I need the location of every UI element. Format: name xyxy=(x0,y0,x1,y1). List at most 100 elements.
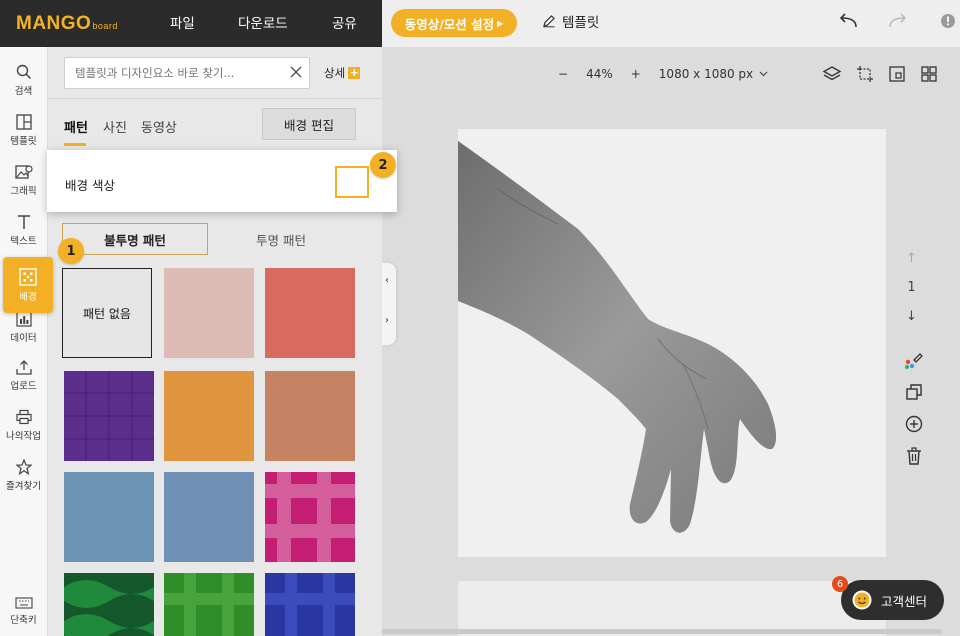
motion-settings-label: 동영상/모션 설정 xyxy=(404,16,495,32)
resize-icon[interactable] xyxy=(888,65,906,83)
background-color-swatch[interactable] xyxy=(335,166,369,198)
no-pattern-label: 패턴 없음 xyxy=(83,306,131,321)
page-tools xyxy=(904,350,924,466)
artboard[interactable] xyxy=(458,129,886,557)
pattern-tile[interactable] xyxy=(265,472,355,562)
add-page-icon[interactable] xyxy=(904,414,924,434)
graphic-icon xyxy=(14,164,33,179)
sidebar-nav: 검색 템플릿 그래픽 텍스트 배경 데이터 업로드 나의작업 즐겨찾기 단축키 xyxy=(0,47,53,636)
sidebar-item-label: 데이터 xyxy=(10,332,37,344)
tab-photo[interactable]: 사진 xyxy=(103,117,127,136)
sidebar-item-label: 템플릿 xyxy=(10,135,37,147)
horizontal-scrollbar[interactable] xyxy=(382,629,942,634)
pencil-icon xyxy=(543,15,555,28)
star-icon xyxy=(15,458,32,475)
zoom-level: 44% xyxy=(586,67,613,81)
play-icon: ▶ xyxy=(497,18,504,28)
sidebar-item-text[interactable]: 텍스트 xyxy=(0,205,47,255)
page-number: 1 xyxy=(907,280,916,295)
chevron-down-icon xyxy=(759,71,768,77)
menu-download[interactable]: 다운로드 xyxy=(238,12,288,32)
crop-icon[interactable] xyxy=(856,65,874,83)
search-icon xyxy=(16,64,31,79)
motion-settings-button[interactable]: 동영상/모션 설정 ▶ xyxy=(391,9,517,37)
shortcut-label: 단축키 xyxy=(10,615,37,626)
background-color-row: 배경 색상 xyxy=(47,150,397,212)
trash-icon[interactable] xyxy=(904,446,924,466)
sidebar-item-search[interactable]: 검색 xyxy=(0,55,47,105)
canvas-size-select[interactable]: 1080 x 1080 px xyxy=(659,67,768,81)
background-edit-button[interactable]: 배경 편집 xyxy=(262,108,356,140)
pattern-tile[interactable] xyxy=(164,573,254,636)
grid-view-icon[interactable] xyxy=(920,65,938,83)
pattern-tile[interactable] xyxy=(64,472,154,562)
sidebar-item-background[interactable]: 배경 xyxy=(3,257,53,313)
page-navigator: ↑ 1 ↓ xyxy=(906,251,917,324)
close-icon[interactable] xyxy=(288,64,304,80)
pattern-none-tile[interactable]: 패턴 없음 xyxy=(62,268,152,358)
callout-1: 1 xyxy=(58,238,84,264)
sidebar-item-upload[interactable]: 업로드 xyxy=(0,350,47,400)
pattern-tile[interactable] xyxy=(265,371,355,461)
chevron-right-icon[interactable]: › xyxy=(385,315,389,326)
redo-icon[interactable] xyxy=(886,11,910,31)
zoom-controls: − 44% + 1080 x 1080 px xyxy=(558,67,768,81)
tab-video[interactable]: 동영상 xyxy=(141,117,177,136)
next-page-preview[interactable] xyxy=(458,581,886,636)
active-tab-indicator xyxy=(64,143,86,146)
pattern-tile[interactable] xyxy=(164,371,254,461)
menu-file[interactable]: 파일 xyxy=(170,12,195,32)
top-bar-menu-section: MANGOboard 파일 다운로드 공유 xyxy=(0,0,382,47)
logo-sub: board xyxy=(92,21,118,31)
text-icon xyxy=(17,214,30,229)
tab-pattern[interactable]: 패턴 xyxy=(64,117,88,136)
chevron-left-icon[interactable]: ‹ xyxy=(385,275,389,286)
color-picker-icon[interactable] xyxy=(904,350,924,370)
layers-icon[interactable] xyxy=(822,65,842,83)
logo[interactable]: MANGOboard xyxy=(16,13,118,35)
alert-icon[interactable] xyxy=(940,13,956,29)
page-up-button[interactable]: ↑ xyxy=(906,251,917,266)
background-icon xyxy=(19,267,37,286)
sidebar-item-label: 검색 xyxy=(14,85,33,97)
logo-text: MANGO xyxy=(16,13,92,34)
top-bar: MANGOboard 파일 다운로드 공유 동영상/모션 설정 ▶ 템플릿 xyxy=(0,0,960,47)
duplicate-icon[interactable] xyxy=(904,382,924,402)
sidebar-item-label: 배경 xyxy=(19,291,37,303)
pattern-tile[interactable] xyxy=(265,573,355,636)
plus-icon: + xyxy=(348,66,361,79)
menu-share[interactable]: 공유 xyxy=(332,12,357,32)
search-input[interactable] xyxy=(64,57,310,89)
sidebar-item-my-work[interactable]: 나의작업 xyxy=(0,400,47,450)
undo-icon[interactable] xyxy=(836,11,860,31)
sidebar-item-label: 그래픽 xyxy=(10,185,37,197)
sidebar-item-template[interactable]: 템플릿 xyxy=(0,105,47,155)
template-button[interactable]: 템플릿 xyxy=(542,11,599,31)
sidebar-item-favorites[interactable]: 즐겨찾기 xyxy=(0,450,47,500)
zoom-in-button[interactable]: + xyxy=(631,67,641,81)
upload-icon xyxy=(15,359,32,375)
transparent-pattern-toggle[interactable]: 투명 패턴 xyxy=(208,223,354,255)
sidebar-item-label: 텍스트 xyxy=(10,235,37,247)
page-down-button[interactable]: ↓ xyxy=(906,309,917,324)
zoom-out-button[interactable]: − xyxy=(558,67,568,81)
pattern-tile[interactable] xyxy=(265,268,355,358)
sidebar-item-label: 나의작업 xyxy=(6,430,41,442)
pattern-tile[interactable] xyxy=(64,371,154,461)
callout-2: 2 xyxy=(370,152,396,178)
customer-support-label: 고객센터 xyxy=(881,593,928,609)
pattern-tile[interactable] xyxy=(164,268,254,358)
keyboard-icon xyxy=(14,597,33,609)
canvas-area: − 44% + 1080 x 1080 px ‹ › ↑ 1 ↓ 6 고객센터 xyxy=(382,47,960,636)
customer-support-button[interactable]: 고객센터 xyxy=(841,580,944,620)
sidebar-item-graphic[interactable]: 그래픽 xyxy=(0,155,47,205)
hand-image[interactable] xyxy=(458,129,886,557)
panel-collapse-handle[interactable]: ‹ › xyxy=(382,263,396,345)
notification-badge: 6 xyxy=(832,576,848,592)
detail-label: 상세 xyxy=(324,66,346,80)
background-color-label: 배경 색상 xyxy=(65,178,115,193)
detail-search-button[interactable]: 상세 + xyxy=(324,65,361,81)
sidebar-item-shortcuts[interactable]: 단축키 xyxy=(0,597,47,626)
pattern-tile[interactable] xyxy=(164,472,254,562)
pattern-tile[interactable] xyxy=(64,573,154,636)
